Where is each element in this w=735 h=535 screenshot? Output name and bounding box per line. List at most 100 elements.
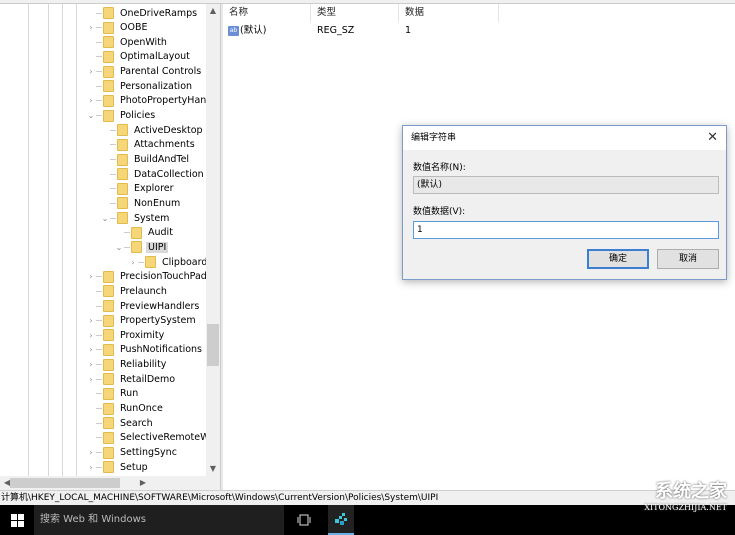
tree-item[interactable]: OpenWith <box>86 35 169 49</box>
tree-item[interactable]: Search <box>86 416 155 430</box>
tree-connector <box>96 408 102 410</box>
tree-item-label: PreviewHandlers <box>120 300 200 312</box>
tree-connector <box>110 159 116 160</box>
column-header-data[interactable]: 数据 <box>399 4 499 22</box>
tree-connector <box>96 276 102 278</box>
watermark-text: 系统之家 <box>655 481 727 502</box>
scroll-down-icon[interactable]: ▼ <box>206 464 220 473</box>
chevron-right-icon[interactable]: › <box>86 448 96 457</box>
tree-item[interactable]: RunOnce <box>86 402 165 416</box>
tree-item[interactable]: Personalization <box>86 79 194 93</box>
task-view-button[interactable] <box>292 505 316 535</box>
tree-item[interactable]: › PhotoPropertyHandle <box>86 94 220 108</box>
scroll-thumb[interactable] <box>207 324 219 366</box>
start-button[interactable] <box>0 505 34 535</box>
tree-connector <box>96 12 102 14</box>
chevron-right-icon[interactable]: › <box>86 272 96 281</box>
windows-logo-icon <box>10 513 24 527</box>
tree-item[interactable]: ⌄ System <box>100 211 171 225</box>
tree-item[interactable]: NonEnum <box>100 196 182 210</box>
tree-item[interactable]: › PropertySystem <box>86 314 198 328</box>
chevron-right-icon[interactable]: › <box>86 316 96 325</box>
chevron-right-icon[interactable]: › <box>86 463 96 472</box>
tree-item[interactable]: › OOBE <box>86 21 149 35</box>
dialog-title: 编辑字符串 <box>403 126 726 150</box>
chevron-down-icon[interactable]: ⌄ <box>86 111 96 120</box>
tree-item[interactable]: Attachments <box>100 138 197 152</box>
chevron-right-icon[interactable]: › <box>86 360 96 369</box>
column-header-type[interactable]: 类型 <box>311 4 399 22</box>
tree-item[interactable]: DataCollection <box>100 167 206 181</box>
chevron-right-icon[interactable]: › <box>86 331 96 340</box>
tree-item-label: RetailDemo <box>120 373 176 385</box>
folder-icon <box>145 256 156 269</box>
ok-button[interactable]: 确定 <box>587 249 649 269</box>
tree-item-label: OneDriveRamps <box>120 7 198 19</box>
chevron-down-icon[interactable]: ⌄ <box>100 214 110 223</box>
tree-connector <box>96 378 102 380</box>
chevron-right-icon[interactable]: › <box>86 23 96 32</box>
scroll-up-icon[interactable]: ▲ <box>206 6 220 15</box>
scroll-thumb[interactable] <box>10 478 120 488</box>
tree-connector <box>96 466 102 468</box>
close-icon[interactable]: ✕ <box>707 130 718 145</box>
tree-item[interactable]: › Proximity <box>86 328 166 342</box>
tree-item[interactable]: › Clipboard <box>128 255 209 269</box>
tree-item[interactable]: OneDriveRamps <box>86 6 199 20</box>
tree-connector <box>96 27 102 29</box>
tree-item[interactable]: › Setup <box>86 460 150 474</box>
watermark-logo: 系统之家 XITONGZHIJIA.NET <box>644 477 727 512</box>
cancel-button[interactable]: 取消 <box>657 249 719 269</box>
folder-icon <box>103 329 114 342</box>
tree-horizontal-scrollbar[interactable]: ◀ ▶ <box>0 476 220 490</box>
tree-item[interactable]: Explorer <box>100 182 176 196</box>
tree-connector <box>96 437 102 439</box>
tree-item[interactable]: › SettingSync <box>86 446 179 460</box>
tree-item[interactable]: › PrecisionTouchPad <box>86 270 209 284</box>
tree-connector <box>110 188 116 190</box>
taskbar: 搜索 Web 和 Windows 系统之家 XITONGZHIJIA.NET <box>0 481 735 535</box>
folder-icon <box>131 226 142 239</box>
tree-item[interactable]: OptimalLayout <box>86 50 192 64</box>
tree-item[interactable]: ActiveDesktop <box>100 123 205 137</box>
chevron-right-icon[interactable]: › <box>128 258 138 267</box>
folder-icon <box>103 7 114 19</box>
chevron-down-icon[interactable]: ⌄ <box>114 243 124 252</box>
tree-item[interactable]: › Reliability <box>86 358 168 372</box>
value-type: REG_SZ <box>317 25 355 36</box>
tree-item[interactable]: › Parental Controls <box>86 65 203 79</box>
taskbar-regedit-app[interactable] <box>328 505 354 535</box>
tree-item[interactable]: Prelaunch <box>86 284 169 298</box>
chevron-right-icon[interactable]: › <box>86 375 96 384</box>
tree-item-label: Audit <box>148 227 173 239</box>
taskbar-search-box[interactable]: 搜索 Web 和 Windows <box>34 505 284 535</box>
chevron-right-icon[interactable]: › <box>86 345 96 354</box>
tree-item[interactable]: › PushNotifications <box>86 343 204 357</box>
tree-connector <box>96 56 102 58</box>
tree-vertical-scrollbar[interactable]: ▲ ▼ <box>206 4 220 476</box>
registry-tree[interactable]: OneDriveRamps › OOBE OpenWith OptimalLayout ›… <box>0 4 220 476</box>
tree-item[interactable]: SelectiveRemoteWipe <box>86 431 220 445</box>
tree-item[interactable]: ⌄ UIPI <box>114 240 169 254</box>
tree-item[interactable]: Run <box>86 387 140 401</box>
value-data-input[interactable] <box>413 221 719 239</box>
chevron-right-icon[interactable]: › <box>86 96 96 105</box>
folder-icon <box>103 270 114 283</box>
tree-connector <box>96 290 102 292</box>
folder-icon <box>103 94 114 107</box>
scroll-right-icon[interactable]: ▶ <box>136 478 150 487</box>
value-data-label: 数值数据(V): <box>413 207 466 217</box>
column-header-name[interactable]: 名称 <box>223 4 311 22</box>
tree-item-label: Run <box>120 388 139 400</box>
tree-connector <box>96 41 102 43</box>
tree-item-label: NonEnum <box>134 197 181 209</box>
tree-connector <box>124 232 130 234</box>
chevron-right-icon[interactable]: › <box>86 67 96 76</box>
tree-item[interactable]: Audit <box>114 226 175 240</box>
tree-item-label: OpenWith <box>120 36 167 48</box>
tree-item[interactable]: BuildAndTel <box>100 153 191 167</box>
tree-connector <box>110 202 116 204</box>
tree-item[interactable]: ⌄ Policies <box>86 109 157 123</box>
tree-item[interactable]: PreviewHandlers <box>86 299 201 313</box>
tree-item[interactable]: › RetailDemo <box>86 372 177 386</box>
